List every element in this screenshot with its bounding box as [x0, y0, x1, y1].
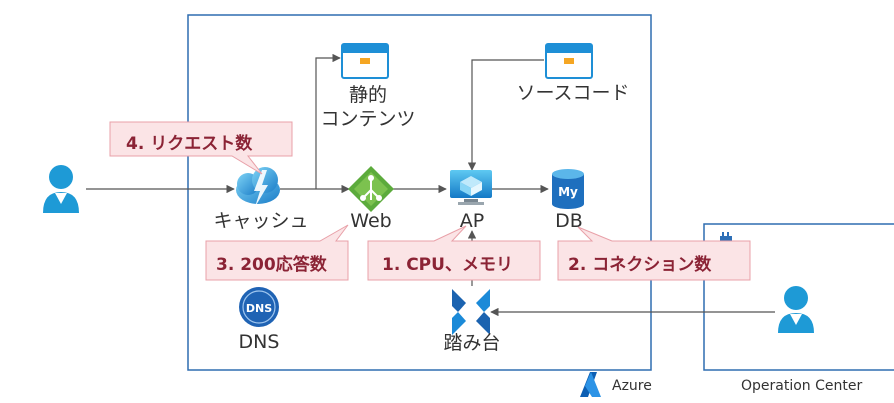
svg-text:DNS: DNS	[246, 302, 272, 315]
label-cache: キャッシュ	[213, 210, 309, 232]
label-web: Web	[350, 210, 392, 232]
label-ap: AP	[459, 210, 485, 232]
callout-connection-count: 2. コネクション数	[568, 255, 712, 275]
svg-text:My: My	[558, 185, 578, 199]
static-content-window-icon	[341, 43, 389, 79]
callout-request-count: 4. リクエスト数	[126, 134, 253, 154]
label-bastion: 踏み台	[443, 332, 501, 354]
cache-cloud-icon	[236, 167, 280, 207]
azure-logo-icon	[580, 372, 601, 397]
region-label-azure: Azure	[612, 378, 652, 394]
region-label-operation-center: Operation Center	[741, 378, 863, 394]
arrow-source-to-ap	[467, 59, 544, 171]
label-dns: DNS	[238, 331, 280, 353]
source-code-window-icon	[545, 43, 593, 79]
ap-server-icon	[450, 170, 492, 205]
callout-200-count: 3. 200応答数	[216, 255, 327, 275]
callout-cpu-memory: 1. CPU、メモリ	[382, 255, 513, 275]
label-static-content: 静的 コンテンツ	[320, 84, 416, 130]
web-app-icon	[348, 166, 394, 212]
label-db: DB	[555, 210, 583, 232]
label-source-code: ソースコード	[516, 82, 630, 104]
dns-icon: DNS	[239, 287, 279, 327]
bastion-host-icon	[452, 289, 490, 335]
user-icon-left	[43, 165, 79, 213]
db-mysql-icon: My	[552, 169, 584, 209]
user-icon-operator	[778, 286, 814, 333]
